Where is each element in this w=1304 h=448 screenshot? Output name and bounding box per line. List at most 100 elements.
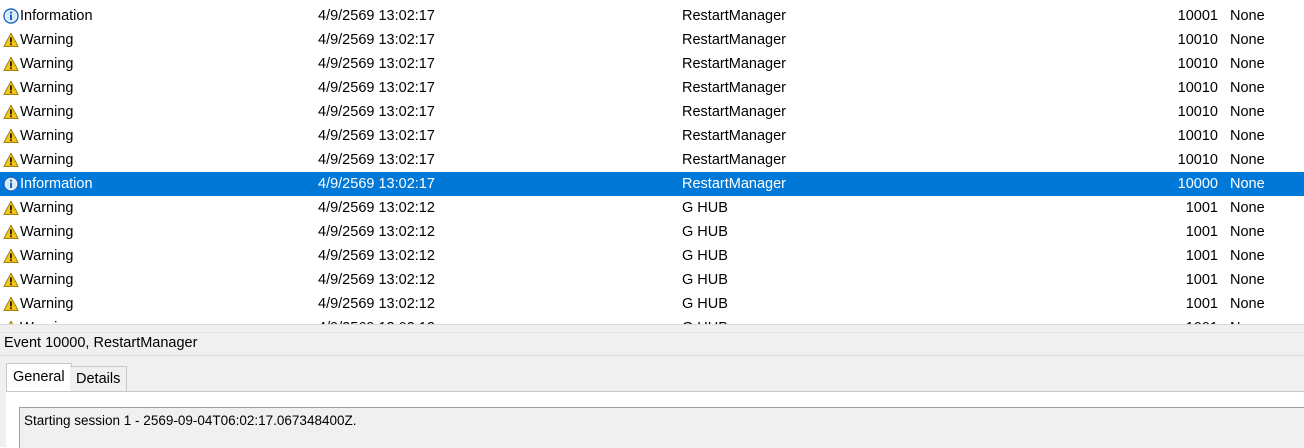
- event-level: Warning: [20, 56, 74, 72]
- event-id: 10010: [1177, 56, 1218, 72]
- warning-icon: [3, 200, 19, 216]
- event-id: 1001: [1185, 224, 1218, 240]
- event-source: RestartManager: [682, 8, 786, 24]
- event-id: 10010: [1177, 128, 1218, 144]
- event-id: 10010: [1177, 32, 1218, 48]
- event-date-time: 4/9/2569 13:02:17: [318, 32, 435, 48]
- event-description-box[interactable]: Starting session 1 - 2569-09-04T06:02:17…: [19, 407, 1304, 448]
- warning-icon: [3, 104, 19, 120]
- event-id: 10000: [1177, 176, 1218, 192]
- event-detail-pane: Event 10000, RestartManager General Deta…: [0, 332, 1304, 448]
- event-row[interactable]: Warning 4/9/2569 13:02:12 G HUB 1001 None: [0, 220, 1304, 244]
- event-task-category: None: [1230, 200, 1265, 216]
- event-id: 1001: [1185, 296, 1218, 312]
- event-task-category: None: [1230, 316, 1265, 324]
- event-task-category: None: [1230, 296, 1265, 312]
- event-task-category: None: [1230, 176, 1265, 192]
- event-id: 1001: [1185, 200, 1218, 216]
- event-date-time: 4/9/2569 13:02:12: [318, 224, 435, 240]
- event-list[interactable]: Information 4/9/2569 13:02:17 RestartManag…: [0, 0, 1304, 324]
- event-task-category: None: [1230, 32, 1265, 48]
- tab-details[interactable]: Details: [70, 366, 128, 391]
- event-date-time: 4/9/2569 13:02:17: [318, 80, 435, 96]
- event-row[interactable]: Warning 4/9/2569 13:02:12 G HUB 1001 None: [0, 244, 1304, 268]
- event-description-text: Starting session 1 - 2569-09-04T06:02:17…: [24, 413, 357, 428]
- event-id: 1001: [1186, 316, 1218, 324]
- event-id: 10010: [1177, 104, 1218, 120]
- event-task-category: None: [1230, 248, 1265, 264]
- event-detail-title: Event 10000, RestartManager: [4, 335, 198, 351]
- warning-icon: [3, 80, 19, 96]
- event-source: G HUB: [682, 224, 728, 240]
- event-level: Warning: [20, 296, 74, 312]
- event-date-time: 4/9/2569 13:02:12: [318, 248, 435, 264]
- event-date-time: 4/9/2569 13:02:17: [318, 104, 435, 120]
- warning-icon: [3, 56, 19, 72]
- event-row[interactable]: Warning 4/9/2569 13:02:12 G HUB 1001 None: [0, 196, 1304, 220]
- event-date-time: 4/9/2569 13:02:17: [318, 128, 435, 144]
- event-date-time: 4/9/2569 13:02:17: [318, 152, 435, 168]
- warning-icon: [3, 224, 19, 240]
- warning-icon: [3, 272, 19, 288]
- event-source: RestartManager: [682, 104, 786, 120]
- warning-icon: [3, 32, 19, 48]
- event-row[interactable]: Warning 4/9/2569 13:02:17 RestartManager 10…: [0, 28, 1304, 52]
- event-source: G HUB: [682, 316, 728, 324]
- event-row-selected[interactable]: Information 4/9/2569 13:02:17 RestartManag…: [0, 172, 1304, 196]
- event-date-time: 4/9/2569 13:02:12: [318, 296, 435, 312]
- event-id: 10001: [1177, 8, 1218, 24]
- warning-icon: [3, 296, 19, 312]
- event-task-category: None: [1230, 224, 1265, 240]
- event-id: 1001: [1185, 248, 1218, 264]
- event-task-category: None: [1230, 272, 1265, 288]
- warning-icon: [3, 248, 19, 264]
- event-source: G HUB: [682, 272, 728, 288]
- event-row[interactable]: Warning 4/9/2569 13:02:12 G HUB 1001 None: [0, 316, 1304, 324]
- information-icon: [3, 176, 19, 192]
- event-id: 1001: [1185, 272, 1218, 288]
- event-id: 10010: [1177, 80, 1218, 96]
- event-level: Warning: [20, 104, 74, 120]
- general-tab-panel: Starting session 1 - 2569-09-04T06:02:17…: [6, 391, 1304, 448]
- warning-icon: [3, 152, 19, 168]
- event-row[interactable]: Warning 4/9/2569 13:02:17 RestartManager 10…: [0, 100, 1304, 124]
- event-level: Warning: [20, 224, 74, 240]
- event-row[interactable]: Warning 4/9/2569 13:02:12 G HUB 1001 None: [0, 292, 1304, 316]
- information-icon: [3, 8, 19, 24]
- event-source: RestartManager: [682, 152, 786, 168]
- event-row[interactable]: Warning 4/9/2569 13:02:17 RestartManager 10…: [0, 148, 1304, 172]
- event-source: G HUB: [682, 248, 728, 264]
- event-row[interactable]: Warning 4/9/2569 13:02:17 RestartManager 10…: [0, 76, 1304, 100]
- warning-icon: [3, 128, 19, 144]
- event-task-category: None: [1230, 128, 1265, 144]
- event-source: RestartManager: [682, 80, 786, 96]
- event-source: RestartManager: [682, 176, 786, 192]
- event-level: Information: [20, 8, 93, 24]
- event-level: Information: [20, 176, 93, 192]
- divider: [0, 355, 1304, 356]
- event-level: Warning: [20, 152, 74, 168]
- event-level: Warning: [20, 248, 74, 264]
- event-task-category: None: [1230, 56, 1265, 72]
- event-level: Warning: [20, 32, 74, 48]
- event-task-category: None: [1230, 80, 1265, 96]
- event-source: G HUB: [682, 200, 728, 216]
- event-task-category: None: [1230, 152, 1265, 168]
- event-date-time: 4/9/2569 13:02:17: [318, 56, 435, 72]
- event-level: Warning: [20, 80, 74, 96]
- event-task-category: None: [1230, 8, 1265, 24]
- event-task-category: None: [1230, 104, 1265, 120]
- event-level: Warning: [20, 316, 73, 324]
- event-source: RestartManager: [682, 128, 786, 144]
- event-row[interactable]: Warning 4/9/2569 13:02:17 RestartManager 10…: [0, 52, 1304, 76]
- event-row[interactable]: Warning 4/9/2569 13:02:17 RestartManager 10…: [0, 124, 1304, 148]
- event-row[interactable]: Information 4/9/2569 13:02:17 RestartManag…: [0, 4, 1304, 28]
- tab-general[interactable]: General: [6, 363, 72, 393]
- event-row[interactable]: Warning 4/9/2569 13:02:12 G HUB 1001 None: [0, 268, 1304, 292]
- event-date-time: 4/9/2569 13:02:17: [318, 8, 435, 24]
- event-source: G HUB: [682, 296, 728, 312]
- event-date-time: 4/9/2569 13:02:12: [318, 316, 435, 324]
- event-level: Warning: [20, 128, 74, 144]
- event-source: RestartManager: [682, 56, 786, 72]
- event-id: 10010: [1177, 152, 1218, 168]
